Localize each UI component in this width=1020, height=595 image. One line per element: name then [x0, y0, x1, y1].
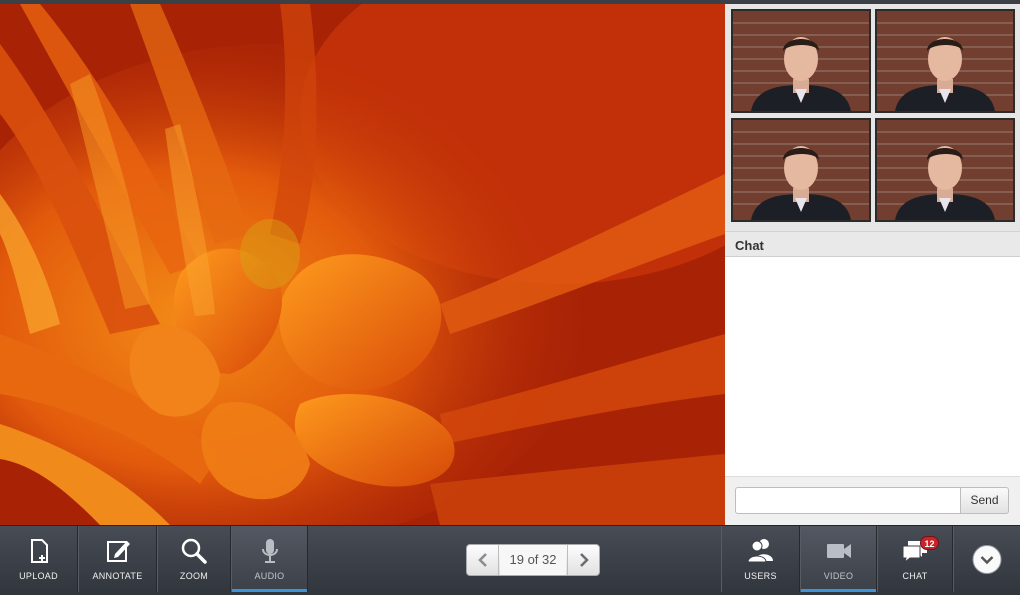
- chat-label: CHAT: [902, 571, 928, 581]
- upload-label: UPLOAD: [19, 571, 58, 581]
- upload-button[interactable]: UPLOAD: [0, 526, 78, 592]
- page-navigator: 19 of 32: [466, 544, 600, 576]
- participant-video-2: [877, 11, 1013, 111]
- page-indicator: 19 of 32: [500, 545, 566, 575]
- participant-video-4: [877, 120, 1013, 220]
- chevron-left-icon: [478, 553, 487, 567]
- annotate-button[interactable]: ANNOTATE: [78, 526, 157, 592]
- side-panel: Chat Send: [725, 4, 1020, 525]
- video-tile-4[interactable]: [875, 118, 1015, 222]
- video-camera-icon: [826, 544, 851, 558]
- audio-label: AUDIO: [254, 571, 285, 581]
- audio-button[interactable]: AUDIO: [231, 526, 308, 592]
- microphone-icon: [261, 539, 278, 563]
- upload-icon: [30, 539, 48, 563]
- video-grid: [725, 4, 1020, 231]
- bottom-toolbar: UPLOAD ANNOTATE ZOOM AUDIO 19 of 32 USER…: [0, 525, 1020, 595]
- chat-input[interactable]: [735, 487, 961, 514]
- users-icon: [746, 539, 773, 563]
- chat-button[interactable]: 12 CHAT: [877, 526, 953, 592]
- video-tile-2[interactable]: [875, 9, 1015, 113]
- send-button[interactable]: Send: [960, 487, 1009, 514]
- chat-input-bar: Send: [725, 476, 1020, 525]
- zoom-label: ZOOM: [179, 571, 209, 581]
- more-menu-button[interactable]: [953, 526, 1020, 592]
- participant-video-1: [733, 11, 869, 111]
- users-button[interactable]: USERS: [721, 526, 800, 592]
- presentation-slide: [0, 4, 725, 525]
- menu-circle: [972, 545, 1002, 574]
- video-label: VIDEO: [823, 571, 854, 581]
- chat-header: Chat: [725, 231, 1020, 257]
- flower-image: [0, 4, 725, 525]
- chevron-right-icon: [580, 553, 589, 567]
- chat-messages[interactable]: [725, 257, 1020, 476]
- chat-unread-badge: 12: [920, 536, 939, 550]
- users-label: USERS: [744, 571, 777, 581]
- next-page-button[interactable]: [567, 545, 599, 575]
- annotate-icon: [106, 541, 130, 562]
- video-tile-3[interactable]: [731, 118, 871, 222]
- video-tile-1[interactable]: [731, 9, 871, 113]
- chevron-down-icon: [980, 556, 994, 565]
- chat-title: Chat: [735, 238, 764, 253]
- participant-video-3: [733, 120, 869, 220]
- zoom-icon: [181, 538, 207, 564]
- video-button[interactable]: VIDEO: [800, 526, 877, 592]
- zoom-button[interactable]: ZOOM: [157, 526, 231, 592]
- previous-page-button[interactable]: [467, 545, 499, 575]
- annotate-label: ANNOTATE: [92, 571, 143, 581]
